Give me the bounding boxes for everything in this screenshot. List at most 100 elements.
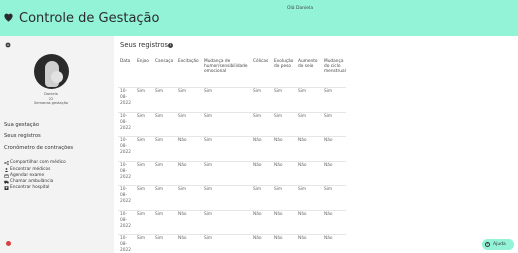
row-divider [118, 87, 346, 88]
table-cell-date: 08- [120, 193, 128, 198]
link-chamar-ambulancia[interactable]: Chamar ambulância [4, 179, 53, 184]
table-cell: Não [178, 236, 187, 241]
table-cell-date: 10- [120, 211, 128, 217]
nav-cronometro-contracoes[interactable]: Cronômetro de contrações [4, 145, 73, 151]
top-header: Controle de Gestação Olá Daniela [0, 0, 518, 36]
row-divider [118, 111, 346, 113]
table-cell: Não [298, 138, 307, 143]
table-cell: Sim [253, 187, 262, 192]
nav-seus-registros[interactable]: Seus registros [4, 133, 41, 139]
table-cell: Sim [324, 113, 333, 119]
table-cell: Sim [274, 113, 283, 119]
table-cell: Sim [137, 187, 146, 192]
sidebar: Daniela 22 Semanas gestação Sua gestação… [0, 36, 114, 253]
user-greeting[interactable]: Olá Daniela [287, 6, 313, 11]
table-cell: Sim [298, 89, 307, 94]
emergency-alert-icon[interactable] [6, 241, 11, 246]
column-header-cansaco: Cansaço [155, 59, 174, 64]
table-cell: Sim [253, 89, 262, 94]
row-divider [118, 234, 346, 235]
table-cell: Não [253, 211, 262, 217]
link-label: Compartilhar com médico [10, 160, 66, 165]
table-cell: Sim [274, 89, 283, 94]
link-label: Encontrar hospital [10, 185, 50, 190]
table-cell: Não [253, 138, 262, 143]
table-cell-date: 08- [120, 119, 128, 125]
column-header-mudanca-humor: Mudança de humor/sensibilidade emocional [204, 59, 248, 74]
table-cell: Sim [204, 113, 213, 119]
doctor-icon [4, 167, 9, 172]
nav-sua-gestacao[interactable]: Sua gestação [4, 122, 39, 128]
table-cell-date: 2022 [120, 125, 131, 131]
table-cell-date: 2022 [120, 199, 131, 204]
link-agendar-exame[interactable]: Agendar exame [4, 173, 44, 178]
table-cell-date: 2022 [120, 174, 131, 180]
table-cell: Sim [324, 89, 333, 94]
table-cell-date: 08- [120, 217, 128, 223]
help-button[interactable]: ? Ajuda [482, 239, 514, 250]
table-cell: Sim [298, 187, 307, 192]
row-divider [118, 160, 346, 162]
column-header-mudanca-ciclo: Mudança do ciclo menstrual [324, 59, 346, 74]
link-compartilhar-medico[interactable]: Compartilhar com médico [4, 160, 66, 165]
page-title: Seus registros [120, 41, 169, 49]
table-cell: Não [274, 211, 283, 217]
row-divider [118, 136, 346, 137]
table-cell: Sim [137, 236, 146, 241]
table-cell-date: 10- [120, 89, 128, 94]
column-header-data: Data [120, 59, 131, 64]
table-cell-date: 2022 [120, 223, 131, 229]
table-cell: Sim [155, 89, 164, 94]
table-cell: Sim [204, 211, 213, 217]
table-cell: Não [274, 236, 283, 241]
help-icon: ? [485, 242, 490, 247]
table-cell: Sim [155, 187, 164, 192]
table-cell: Sim [137, 211, 146, 217]
info-icon[interactable]: i [168, 43, 173, 48]
table-cell-date: 2022 [120, 101, 131, 106]
table-cell: Sim [204, 162, 213, 168]
link-encontrar-medicos[interactable]: Encontrar médicos [4, 167, 50, 172]
table-cell: Sim [155, 211, 164, 217]
table-cell-date: 10- [120, 187, 128, 192]
avatar [34, 54, 69, 89]
table-cell: Não [274, 162, 283, 168]
hospital-icon [4, 185, 9, 190]
table-cell: Não [274, 138, 283, 143]
table-cell-date: 2022 [120, 248, 131, 253]
link-encontrar-hospital[interactable]: Encontrar hospital [4, 185, 49, 190]
column-header-aumento-seio: Aumento do seio [298, 59, 318, 69]
table-cell: Não [324, 236, 333, 241]
table-cell-date: 08- [120, 168, 128, 174]
table-cell: Não [298, 211, 307, 217]
ambulance-icon [4, 180, 9, 184]
table-cell: Sim [204, 236, 213, 241]
share-icon [4, 160, 9, 165]
table-cell-date: 08- [120, 95, 128, 100]
table-cell: Sim [204, 89, 213, 94]
table-cell: Sim [324, 187, 333, 192]
user-subtitle: Semanas gestação [33, 101, 69, 105]
table-cell-date: 10- [120, 162, 128, 168]
table-cell: Sim [253, 113, 262, 119]
row-divider [118, 185, 346, 186]
app-title: Controle de Gestação [19, 11, 160, 26]
table-cell: Sim [155, 162, 164, 168]
gear-icon[interactable] [5, 42, 11, 48]
table-cell: Não [178, 162, 187, 168]
table-cell-date: 10- [120, 113, 128, 119]
table-cell: Sim [204, 138, 213, 143]
table-cell: Sim [137, 138, 146, 143]
table-cell: Sim [137, 89, 146, 94]
table-cell-date: 2022 [120, 150, 131, 155]
column-header-enjoo: Enjoo [137, 59, 149, 64]
calendar-icon [4, 174, 9, 178]
table-cell-date: 08- [120, 242, 128, 247]
link-label: Agendar exame [10, 173, 45, 178]
table-cell: Não [298, 162, 307, 168]
help-label: Ajuda [493, 242, 506, 247]
column-header-colicas: Cólicas [253, 59, 269, 64]
table-cell: Sim [155, 138, 164, 143]
column-header-excitacao: Excitação [178, 59, 199, 64]
table-cell: Não [253, 162, 262, 168]
